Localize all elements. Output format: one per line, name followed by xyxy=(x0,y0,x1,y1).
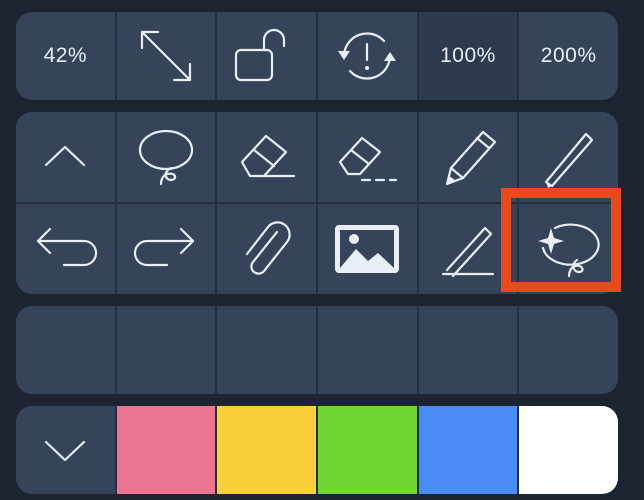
color-swatch-yellow[interactable] xyxy=(217,406,316,494)
ai-lasso-icon xyxy=(537,223,600,278)
ruler-pen-button[interactable] xyxy=(418,204,518,294)
collapse-down-button[interactable] xyxy=(16,406,115,494)
zoom-200-label: 200% xyxy=(540,44,597,67)
tool-palette xyxy=(16,112,618,294)
empty-slot xyxy=(16,306,115,394)
zoom-toolbar: 42% 100% 200% xyxy=(16,12,618,100)
unlock-icon xyxy=(234,28,285,82)
rotate-button[interactable] xyxy=(317,12,417,100)
undo-icon xyxy=(37,227,98,267)
pencil-tool-button[interactable] xyxy=(418,112,518,202)
expand-arrows-icon xyxy=(140,30,192,82)
empty-slot xyxy=(317,306,417,394)
attach-button[interactable] xyxy=(217,204,316,294)
zoom-200-button[interactable]: 200% xyxy=(519,12,618,100)
lasso-icon xyxy=(138,129,194,186)
collapse-up-button[interactable] xyxy=(16,112,115,202)
color-palette xyxy=(16,406,618,494)
lock-button[interactable] xyxy=(217,12,316,100)
empty-tool-row xyxy=(16,306,618,394)
paperclip-icon xyxy=(245,221,291,275)
pen-icon xyxy=(544,132,593,188)
color-swatch-blue[interactable] xyxy=(418,406,518,494)
pencil-icon xyxy=(445,130,497,186)
zoom-level-button[interactable]: 42% xyxy=(16,12,115,100)
lasso-tool-button[interactable] xyxy=(116,112,216,202)
empty-slot xyxy=(519,306,618,394)
empty-slot xyxy=(116,306,216,394)
zoom-100-button[interactable]: 100% xyxy=(418,12,518,100)
ruler-pen-icon xyxy=(441,226,495,278)
image-icon xyxy=(335,225,400,273)
ai-lasso-tool-button[interactable] xyxy=(519,204,618,294)
pen-tool-button[interactable] xyxy=(519,112,618,202)
color-swatch-white[interactable] xyxy=(519,406,618,494)
chevron-down-icon xyxy=(45,440,86,462)
insert-image-button[interactable] xyxy=(317,204,417,294)
redo-icon xyxy=(133,227,195,267)
eraser-line-tool-button[interactable] xyxy=(317,112,417,202)
rotate-alert-icon xyxy=(338,32,397,80)
redo-button[interactable] xyxy=(116,204,216,294)
fullscreen-button[interactable] xyxy=(116,12,216,100)
eraser-tool-button[interactable] xyxy=(217,112,316,202)
zoom-100-label: 100% xyxy=(440,44,496,67)
eraser-line-icon xyxy=(339,136,398,182)
color-swatch-pink[interactable] xyxy=(116,406,216,494)
chevron-up-icon xyxy=(45,145,86,167)
empty-slot xyxy=(418,306,518,394)
eraser-icon xyxy=(240,134,295,178)
zoom-level-label: 42% xyxy=(43,44,88,67)
color-swatch-green[interactable] xyxy=(317,406,417,494)
empty-slot xyxy=(217,306,316,394)
undo-button[interactable] xyxy=(16,204,115,294)
